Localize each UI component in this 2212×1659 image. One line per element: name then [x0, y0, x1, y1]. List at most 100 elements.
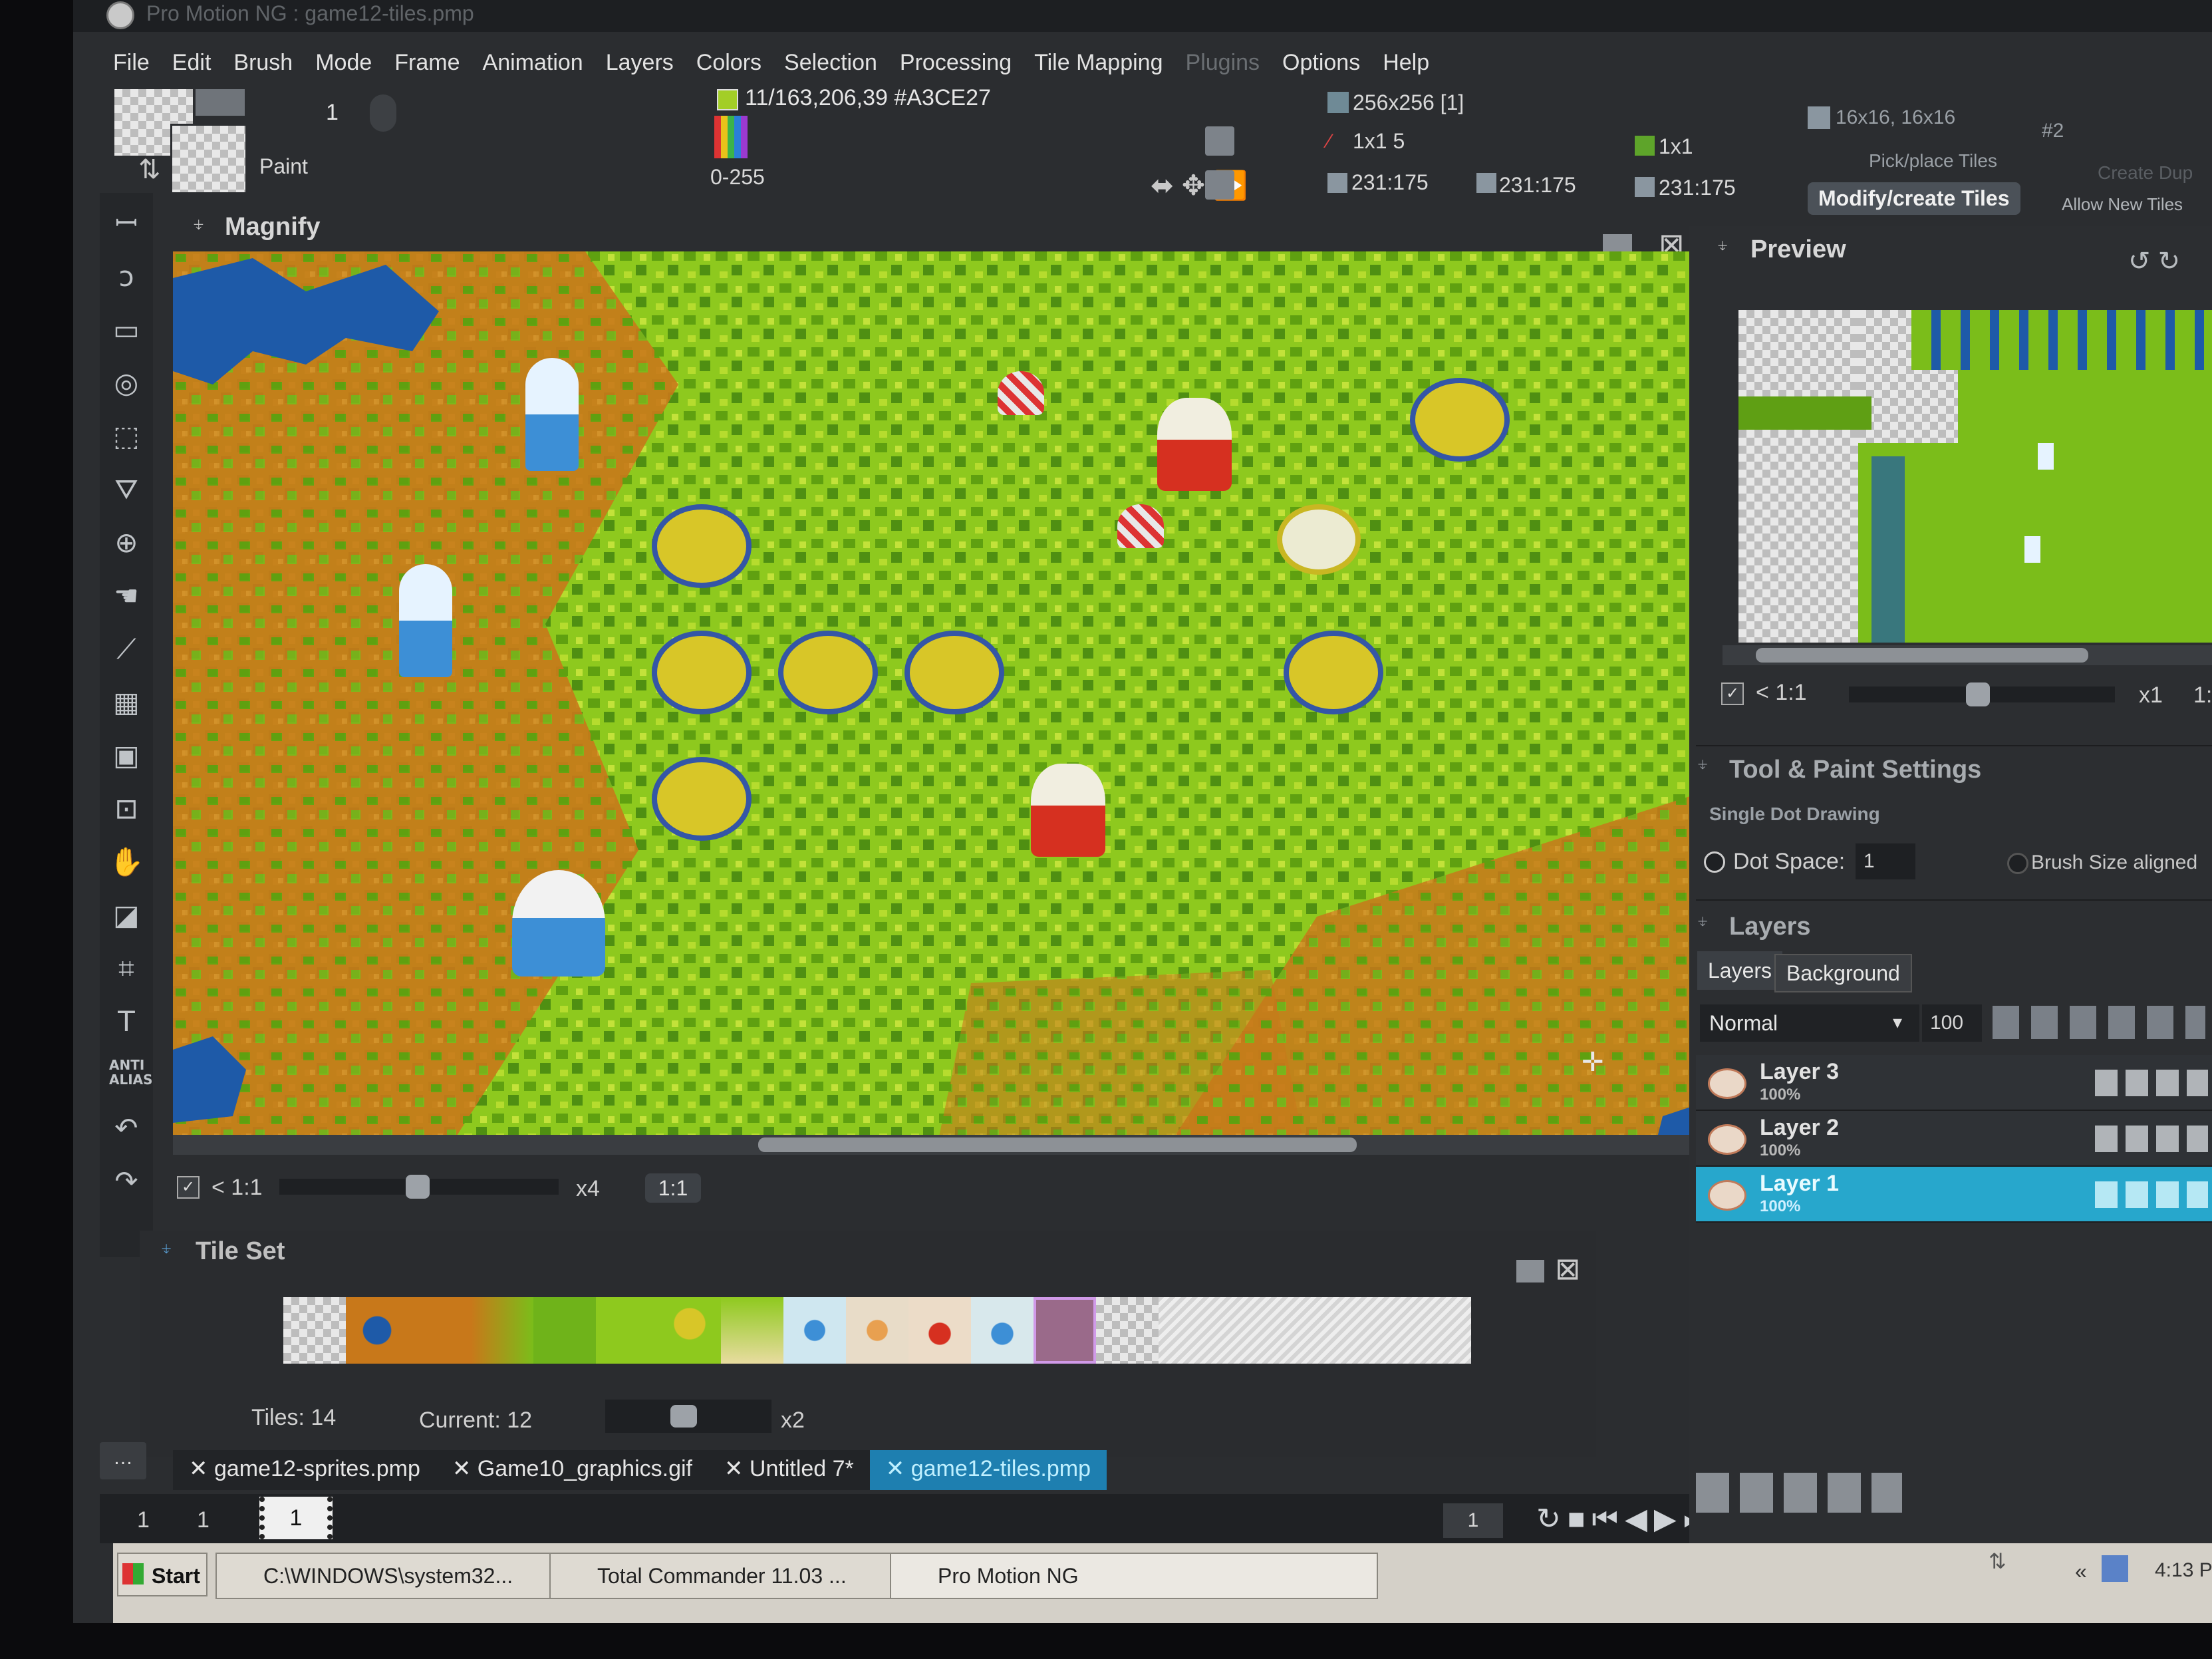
redo-icon[interactable]: ↷ — [109, 1164, 144, 1199]
tray-network-icon[interactable]: ⇅ — [1989, 1549, 2006, 1574]
zoom-tool-icon[interactable]: ⊕ — [109, 526, 144, 560]
layer-lock-icons[interactable] — [2095, 1181, 2208, 1208]
brush-size-value[interactable]: 1 — [326, 100, 339, 126]
tab-game12-sprites[interactable]: ✕ game12-sprites.pmp — [173, 1450, 436, 1490]
layer-lock-icons[interactable] — [2095, 1070, 2208, 1096]
tab-game12-tiles[interactable]: ✕ game12-tiles.pmp — [869, 1450, 1107, 1490]
preview-image[interactable] — [1738, 310, 2212, 643]
preview-zoom-slider[interactable] — [1849, 682, 2115, 706]
menu-tile-mapping[interactable]: Tile Mapping — [1034, 41, 1163, 84]
magnify-scroll-thumb[interactable] — [758, 1137, 1357, 1152]
tile-thumb[interactable] — [971, 1297, 1034, 1364]
preview-zoom-label[interactable]: < 1:1 — [1756, 680, 1807, 706]
layer-option-icons[interactable] — [1993, 1006, 2205, 1039]
smudge-tool-icon[interactable]: ✋ — [109, 845, 144, 879]
tray-monitor-icon[interactable] — [2102, 1555, 2128, 1582]
menu-animation[interactable]: Animation — [483, 41, 583, 84]
current-frame-thumb[interactable]: 1 — [259, 1497, 333, 1539]
magnify-zoom-label[interactable]: < 1:1 — [211, 1175, 263, 1201]
tile-thumb[interactable] — [408, 1297, 471, 1364]
freehand-tool-icon[interactable]: ꟷ — [109, 206, 144, 241]
create-dup-button[interactable]: Create Dup — [2098, 162, 2193, 184]
opacity-input[interactable]: 100 — [1922, 1004, 1982, 1042]
tile-thumb[interactable] — [846, 1297, 908, 1364]
layer-row-selected[interactable]: Layer 1 100% — [1696, 1167, 2212, 1223]
magnify-horizontal-scrollbar[interactable] — [173, 1135, 1729, 1155]
rectangle-tool-icon[interactable]: ▭ — [109, 313, 144, 347]
brush-preview-icon[interactable] — [196, 89, 245, 116]
tray-arrow-icon[interactable]: « — [2075, 1559, 2087, 1584]
tileset-slider-handle[interactable] — [670, 1405, 697, 1428]
magnify-ratio-button[interactable]: 1:1 — [645, 1173, 701, 1203]
close-icon[interactable]: ✕ — [724, 1456, 750, 1481]
tile-thumb[interactable] — [908, 1297, 971, 1364]
menu-brush[interactable]: Brush — [233, 41, 293, 84]
brush-size-spinner[interactable] — [370, 94, 396, 132]
layer-row[interactable]: Layer 2 100% — [1696, 1111, 2212, 1167]
tileset-close-icon[interactable]: ⊠ — [1555, 1251, 1581, 1286]
tile-thumb[interactable] — [783, 1297, 846, 1364]
menu-layers[interactable]: Layers — [606, 41, 674, 84]
fill-tool-icon[interactable]: ⛛ — [109, 472, 144, 507]
menu-edit[interactable]: Edit — [172, 41, 211, 84]
brush-aligned-radio[interactable] — [2007, 853, 2028, 874]
task-cmd[interactable]: C:\WINDOWS\system32... — [215, 1553, 584, 1599]
settings-pin-icon[interactable]: ⍖ — [1696, 752, 1709, 777]
tab-game10-graphics[interactable]: ✕ Game10_graphics.gif — [436, 1450, 708, 1490]
frame-start[interactable]: 1 — [137, 1507, 150, 1533]
lasso-tool-icon[interactable]: ↄ — [109, 259, 144, 294]
pan-tool-icon[interactable]: ☚ — [109, 579, 144, 613]
frame-count[interactable]: 1 — [197, 1507, 209, 1533]
close-icon[interactable]: ✕ — [886, 1456, 911, 1481]
background-color-swatch[interactable] — [170, 124, 247, 194]
menu-processing[interactable]: Processing — [900, 41, 1012, 84]
palette-range-icon[interactable] — [714, 116, 748, 158]
preview-scroll-thumb[interactable] — [1756, 648, 2088, 663]
layer-row[interactable]: Layer 3 100% — [1696, 1055, 2212, 1111]
dot-space-input[interactable]: 1 — [1856, 843, 1915, 879]
brush-grab-tool-icon[interactable]: ⬚ — [109, 419, 144, 454]
tile-thumb[interactable] — [658, 1297, 721, 1364]
tab-layers[interactable]: Layers — [1697, 951, 1783, 990]
close-icon[interactable]: ✕ — [189, 1456, 214, 1481]
magnify-sync-checkbox[interactable]: ✓ — [177, 1176, 200, 1199]
preview-sync-checkbox[interactable]: ✓ — [1721, 682, 1744, 705]
anti-alias-icon[interactable]: ANTI ALIAS — [109, 1058, 153, 1092]
preview-refresh-icon[interactable]: ↺ ↻ — [2128, 246, 2180, 277]
magnify-zoom-slider[interactable] — [279, 1175, 559, 1199]
layer-stack-icon[interactable] — [1205, 170, 1234, 200]
eye-icon[interactable] — [1708, 1180, 1746, 1211]
grid-tool-icon[interactable]: ▦ — [109, 685, 144, 720]
blend-mode-select[interactable]: Normal — [1700, 1004, 1919, 1042]
tile-grid-icon[interactable] — [1205, 126, 1234, 156]
tab-untitled-7[interactable]: ✕ Untitled 7* — [708, 1450, 870, 1490]
tile-thumb[interactable] — [721, 1297, 783, 1364]
portrait-tool-icon[interactable]: ▣ — [109, 738, 144, 773]
menu-colors[interactable]: Colors — [696, 41, 761, 84]
eraser-tool-icon[interactable]: ◪ — [109, 898, 144, 933]
eyedropper-tool-icon[interactable]: ⟋ — [109, 632, 144, 667]
menu-options[interactable]: Options — [1282, 41, 1360, 84]
tile-mode[interactable]: Pick/place Tiles — [1869, 150, 1997, 172]
layer-action-icons[interactable] — [1696, 1473, 1902, 1513]
task-pro-motion[interactable]: Pro Motion NG — [890, 1553, 1378, 1599]
tileset-window-icon[interactable] — [1516, 1260, 1544, 1282]
tile-thumb[interactable] — [1096, 1297, 1159, 1364]
chevron-down-icon[interactable]: ▾ — [1893, 1011, 1902, 1033]
magnify-pin-icon[interactable]: ⍖ — [192, 212, 205, 237]
menu-selection[interactable]: Selection — [784, 41, 877, 84]
menu-frame[interactable]: Frame — [394, 41, 460, 84]
menu-mode[interactable]: Mode — [315, 41, 372, 84]
empty-tile-slots[interactable] — [1159, 1297, 1471, 1364]
tile-thumb[interactable] — [596, 1297, 658, 1364]
eye-icon[interactable] — [1708, 1124, 1746, 1155]
magnify-canvas[interactable]: ✛ — [173, 251, 1729, 1143]
current-color-chip[interactable] — [717, 89, 738, 110]
stamp-tool-icon[interactable]: ⊡ — [109, 792, 144, 826]
tile-thumb[interactable] — [283, 1297, 346, 1364]
tabs-overflow-button[interactable]: … — [100, 1442, 146, 1479]
preview-pin-icon[interactable]: ⍖ — [1716, 233, 1728, 258]
tile-thumb-selected[interactable] — [1034, 1297, 1096, 1364]
undo-icon[interactable]: ↶ — [109, 1111, 144, 1145]
task-total-commander[interactable]: Total Commander 11.03 ... — [549, 1553, 924, 1599]
